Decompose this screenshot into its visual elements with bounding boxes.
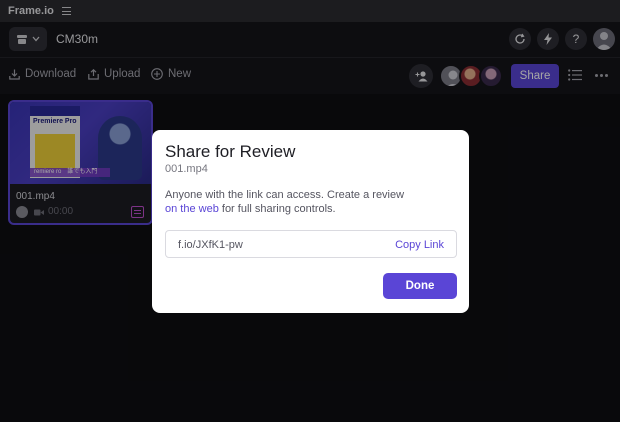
dialog-title: Share for Review bbox=[165, 142, 296, 161]
on-the-web-link[interactable]: on the web bbox=[165, 203, 219, 215]
share-link-field[interactable]: f.io/JXfK1-pw Copy Link bbox=[165, 230, 457, 258]
dialog-description: Anyone with the link can access. Create … bbox=[165, 189, 405, 215]
share-link-url: f.io/JXfK1-pw bbox=[178, 239, 243, 251]
share-for-review-dialog: Share for Review 001.mp4 Anyone with the… bbox=[152, 130, 469, 313]
copy-link-button[interactable]: Copy Link bbox=[395, 239, 444, 251]
dialog-subtitle: 001.mp4 bbox=[165, 163, 208, 175]
done-button[interactable]: Done bbox=[383, 273, 457, 299]
